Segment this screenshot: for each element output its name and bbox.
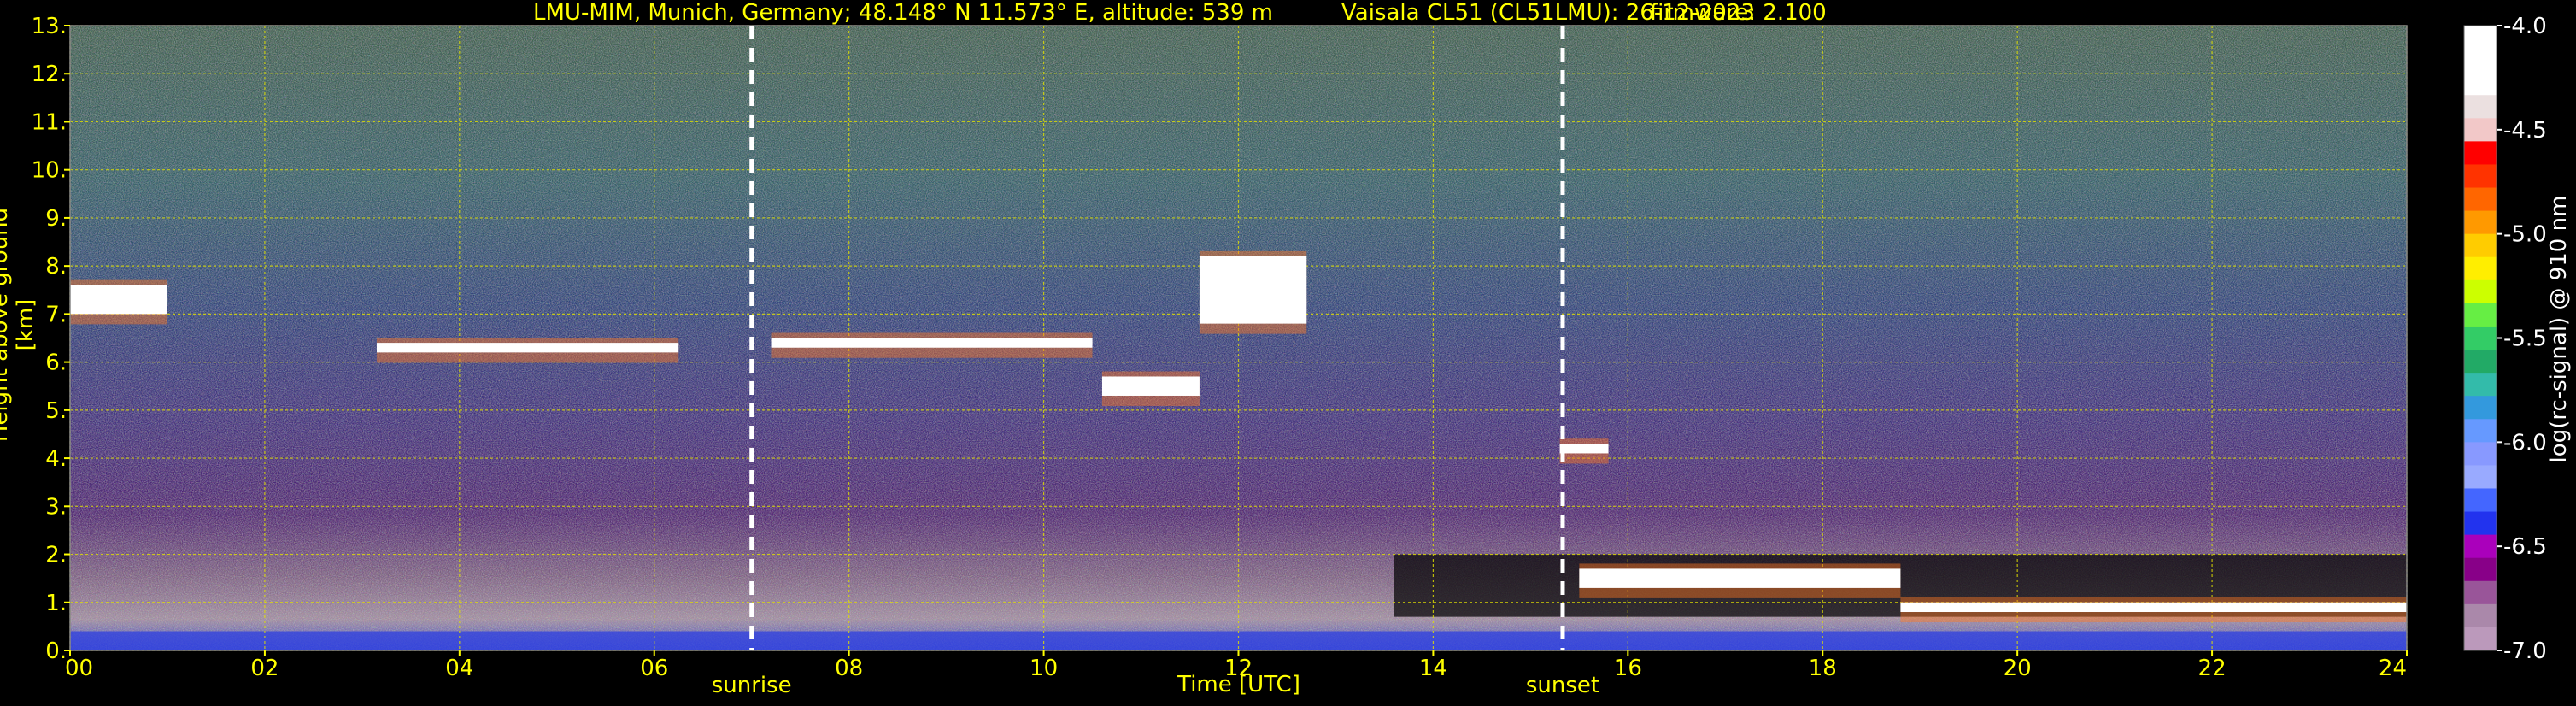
- y-tick-label: 2.: [45, 543, 67, 568]
- x-tick-label: 18: [1809, 656, 1837, 681]
- y-tick-label: 4.: [45, 446, 67, 472]
- colorbar-segment: [2464, 350, 2497, 374]
- sunrise-label: sunrise: [712, 673, 792, 698]
- y-tick-label: 5.: [45, 398, 67, 424]
- x-tick-label: 10: [1030, 656, 1058, 681]
- colorbar-segment: [2464, 603, 2497, 628]
- y-tick-label: 12.: [32, 62, 67, 87]
- y-tick-label: 6.: [45, 350, 67, 376]
- colorbar-segment: [2464, 442, 2497, 466]
- x-tick-label: 02: [250, 656, 279, 681]
- colorbar-segment: [2464, 141, 2497, 165]
- colorbar-tick-label: -7.0: [2503, 638, 2547, 664]
- colorbar-tick-label: -5.0: [2503, 222, 2547, 248]
- cloud-layer: [70, 285, 167, 315]
- heatmap-plot: sunrise sunset 00 02 04 06 08 10 12 14 16 18 20 22 24…: [32, 14, 2547, 698]
- colorbar-segment: [2464, 303, 2497, 327]
- y-tick-label: 11.: [32, 109, 67, 135]
- y-tick-label: 3.: [45, 494, 67, 520]
- colorbar-tick-label: -4.5: [2503, 118, 2547, 144]
- colorbar-segment: [2464, 465, 2497, 489]
- colorbar-segment: [2464, 72, 2497, 96]
- colorbar-label: log(rc-signal) @ 910 nm: [2546, 195, 2572, 463]
- x-tick-label: 16: [1614, 656, 1642, 681]
- colorbar-segment: [2464, 118, 2497, 142]
- x-tick-label: 24: [2379, 656, 2407, 681]
- x-tick-label: 22: [2198, 656, 2227, 681]
- colorbar-segment: [2464, 326, 2497, 350]
- colorbar-segment: [2464, 256, 2497, 281]
- cloud-layer: [1579, 568, 1901, 588]
- colorbar-segment: [2464, 557, 2497, 582]
- ceilometer-figure: LMU-MIM, Munich, Germany; 48.148° N 11.5…: [0, 0, 2576, 706]
- x-tick-label: 06: [640, 656, 668, 681]
- colorbar-tick-label: -5.5: [2503, 327, 2547, 352]
- colorbar-segment: [2464, 26, 2497, 50]
- colorbar-tick-label: -6.0: [2503, 430, 2547, 456]
- colorbar-segment: [2464, 419, 2497, 443]
- y-tick-label: 8.: [45, 254, 67, 279]
- colorbar-segment: [2464, 187, 2497, 212]
- cloud-layer: [771, 338, 1093, 348]
- y-axis-label: Height above ground [km]: [0, 207, 38, 443]
- y-tick-label: 7.: [45, 302, 67, 327]
- cloud-layer: [376, 343, 679, 353]
- colorbar-tick-label: -6.5: [2503, 534, 2547, 560]
- x-tick-label: 00: [65, 656, 93, 681]
- colorbar-segment: [2464, 488, 2497, 513]
- colorbar-segment: [2464, 373, 2497, 397]
- colorbar-segment: [2464, 396, 2497, 420]
- x-tick-label: 14: [1419, 656, 1447, 681]
- colorbar-segment: [2464, 210, 2497, 235]
- cloud-layer: [1900, 602, 2407, 613]
- sunset-label: sunset: [1526, 673, 1599, 698]
- x-tick-label: 20: [2004, 656, 2032, 681]
- colorbar-segment: [2464, 95, 2497, 119]
- cloud-layer: [1559, 444, 1609, 454]
- colorbar-segment: [2464, 580, 2497, 605]
- cloud-layer: [1199, 256, 1307, 324]
- y-tick-label: 0.: [45, 638, 67, 664]
- x-axis-label: Time [UTC]: [1177, 672, 1300, 697]
- x-tick-label: 08: [835, 656, 863, 681]
- colorbar-segment: [2464, 511, 2497, 536]
- colorbar-segment: [2464, 534, 2497, 559]
- colorbar-segment: [2464, 233, 2497, 258]
- y-tick-label: 13.: [32, 14, 67, 39]
- colorbar-segment: [2464, 279, 2497, 304]
- colorbar-segment: [2464, 164, 2497, 189]
- colorbar-tick-label: -4.0: [2503, 14, 2547, 39]
- y-tick-label: 1.: [45, 591, 67, 616]
- colorbar: -4.0 -4.5 -5.0 -5.5 -6.0 -6.5 -7.0: [2463, 14, 2547, 664]
- y-tick-label: 9.: [45, 206, 67, 232]
- y-tick-label: 10.: [32, 158, 67, 184]
- x-tick-label: 04: [445, 656, 473, 681]
- cloud-layer: [1101, 376, 1200, 396]
- colorbar-segment: [2464, 49, 2497, 73]
- colorbar-segment: [2464, 627, 2497, 651]
